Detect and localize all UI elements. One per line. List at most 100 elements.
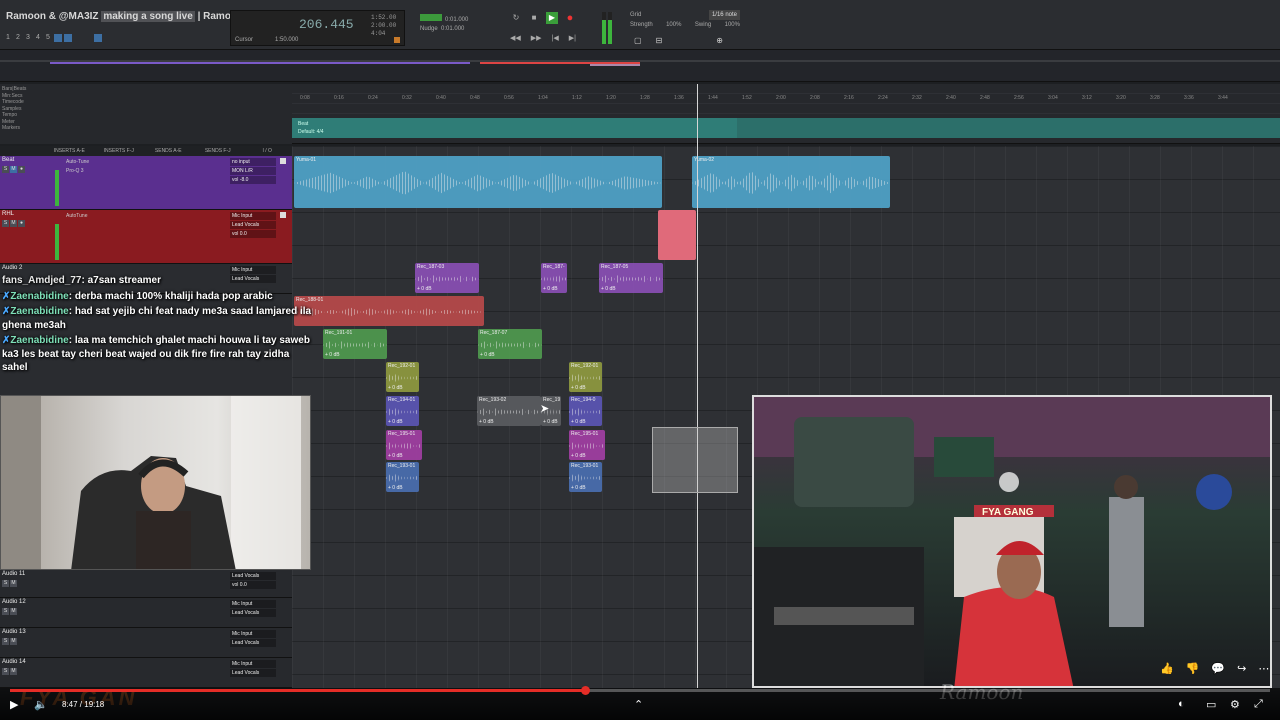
output-select[interactable]: Lead Vocals <box>230 639 276 647</box>
tempo-marker[interactable]: Beat <box>298 121 308 127</box>
preset-button[interactable]: 5 <box>44 34 52 42</box>
more-icon[interactable]: ⋯ <box>1258 662 1269 675</box>
track-io[interactable]: Lead Vocals vol 0.0 <box>230 572 276 590</box>
like-icon[interactable]: 👍 <box>1160 662 1174 675</box>
audio-clip[interactable]: Rec_192-01 + 0 dB <box>386 362 419 392</box>
snap-icon[interactable]: ▢ <box>634 36 642 45</box>
output-select[interactable]: Lead Vocals <box>230 609 276 617</box>
output-select[interactable]: Lead Vocals <box>230 572 276 580</box>
solo-button[interactable]: S <box>2 668 9 675</box>
swing-value[interactable]: 100% <box>725 20 740 30</box>
mute-button[interactable]: M <box>10 668 17 675</box>
volume-field[interactable]: vol 0.0 <box>230 230 276 238</box>
audio-clip[interactable]: Rec_187- + 0 dB <box>541 263 567 293</box>
go-to-end-icon[interactable]: ▶| <box>569 34 576 42</box>
tempo-ruler[interactable]: Beat Default: 4/4 <box>292 118 1280 138</box>
go-to-start-icon[interactable]: |◀ <box>552 34 559 42</box>
track-io[interactable]: Mic Input Lead Vocals <box>230 660 276 678</box>
autoplay-icon[interactable]: ◐ <box>1178 698 1185 710</box>
input-select[interactable]: Mic Input <box>230 660 276 668</box>
lock-icon[interactable]: ⊟ <box>656 36 663 45</box>
insert-slot[interactable]: Auto-Tune <box>66 158 110 167</box>
solo-button[interactable]: S <box>2 608 9 615</box>
audio-clip[interactable]: Rec_187-05 + 0 dB <box>599 263 663 293</box>
mute-button[interactable]: M <box>10 580 17 587</box>
track-io[interactable]: Mic Input Lead Vocals vol 0.0 <box>230 212 276 239</box>
track-io[interactable]: no input MON L/R vol -8.0 <box>230 158 276 185</box>
tool-button[interactable] <box>64 34 72 42</box>
loop-icon[interactable]: ↻ <box>510 12 522 24</box>
record-arm-button[interactable]: ● <box>18 166 25 173</box>
input-select[interactable]: no input <box>230 158 276 166</box>
tool-button[interactable] <box>74 34 82 42</box>
dislike-icon[interactable]: 👎 <box>1186 662 1200 675</box>
progress-knob[interactable] <box>580 686 590 695</box>
output-select[interactable]: Lead Vocals <box>230 669 276 677</box>
track-audio-11[interactable]: Audio 11 SM Lead Vocals vol 0.0 <box>0 570 292 598</box>
audio-clip[interactable]: Rec_193-01 + 0 dB <box>569 462 602 492</box>
nudge-panel[interactable]: 0:01.000 Nudge 0:01.000 <box>420 14 500 38</box>
comment-icon[interactable]: 💬 <box>1211 662 1225 675</box>
tool-button[interactable] <box>114 34 122 42</box>
mute-button[interactable]: M <box>10 220 17 227</box>
grid-panel[interactable]: Grid 1/16 note Strength 100% Swing 100% <box>630 10 740 32</box>
audio-clip[interactable]: Rec_195-01 + 0 dB <box>569 430 605 460</box>
input-select[interactable]: Mic Input <box>230 266 276 274</box>
output-select[interactable]: Lead Vocals <box>230 221 276 229</box>
insert-slot[interactable]: Pro-Q 3 <box>66 167 110 176</box>
session-overview[interactable] <box>0 50 1280 82</box>
input-select[interactable]: Mic Input <box>230 630 276 638</box>
fullscreen-icon[interactable]: ⤢ <box>1254 698 1263 711</box>
volume-icon[interactable]: 🔈 <box>34 698 48 711</box>
audio-clip[interactable]: Yuma-02 <box>692 156 890 208</box>
share-icon[interactable]: ↪ <box>1237 662 1246 675</box>
input-select[interactable]: Mic Input <box>230 600 276 608</box>
track-name[interactable]: Audio 11 <box>2 571 25 577</box>
fast-forward-icon[interactable]: ▶▶ <box>531 34 542 42</box>
main-counter[interactable]: 206.445 1:52.00 2:00.00 4:04 Cursor 1:50… <box>230 10 405 46</box>
zoom-icon[interactable]: ⊕ <box>716 36 723 45</box>
stop-icon[interactable]: ■ <box>528 12 540 24</box>
track-audio-13[interactable]: Audio 13 SM Mic Input Lead Vocals <box>0 628 292 658</box>
preset-button[interactable]: 4 <box>34 34 42 42</box>
tool-button[interactable] <box>104 34 112 42</box>
audio-clip[interactable]: Rec_194-01 + 0 dB <box>386 396 419 426</box>
track-name[interactable]: RHL <box>2 211 14 217</box>
strength-value[interactable]: 100% <box>666 20 681 30</box>
record-arm-button[interactable]: ● <box>18 220 25 227</box>
audio-clip[interactable]: Rec_192-01 + 0 dB <box>569 362 602 392</box>
audio-clip[interactable]: Rec_188-01 <box>294 296 484 326</box>
volume-field[interactable]: vol -8.0 <box>230 176 276 184</box>
grid-value[interactable]: 1/16 note <box>708 10 740 20</box>
audio-clip[interactable]: Yuma-01 <box>294 156 662 208</box>
audio-clip[interactable]: Rec_195-01 + 0 dB <box>386 430 422 460</box>
solo-button[interactable]: S <box>2 638 9 645</box>
track-io[interactable]: Mic Input Lead Vocals <box>230 630 276 648</box>
solo-button[interactable]: S <box>2 580 9 587</box>
track-name[interactable]: Beat <box>2 157 14 163</box>
record-button[interactable]: ● <box>564 12 576 24</box>
preset-button[interactable]: 2 <box>14 34 22 42</box>
solo-button[interactable]: S <box>2 166 9 173</box>
audio-clip[interactable]: Rec_194-0 + 0 dB <box>569 396 602 426</box>
preset-button[interactable]: 3 <box>24 34 32 42</box>
meter-marker[interactable]: Default: 4/4 <box>298 129 324 135</box>
audio-clip[interactable]: Rec_193-02 + 0 dB <box>477 396 541 426</box>
rewind-icon[interactable]: ◀◀ <box>510 34 521 42</box>
play-icon[interactable]: ▶ <box>10 698 18 711</box>
tool-button[interactable] <box>54 34 62 42</box>
track-audio-12[interactable]: Audio 12 SM Mic Input Lead Vocals <box>0 598 292 628</box>
track-rhl[interactable]: RHL S M ● AutoTune Mic Input Lead Vocals vol… <box>0 210 292 264</box>
settings-icon[interactable]: ⚙ <box>1230 698 1240 711</box>
chevron-up-icon[interactable]: ⌃ <box>634 698 643 711</box>
solo-button[interactable]: S <box>2 220 9 227</box>
tool-button[interactable] <box>94 34 102 42</box>
progress-bar[interactable] <box>10 686 1270 695</box>
mute-button[interactable]: M <box>10 608 17 615</box>
preset-button[interactable]: 1 <box>4 34 12 42</box>
track-name[interactable]: Audio 12 <box>2 599 26 605</box>
recording-clip[interactable] <box>658 210 696 260</box>
track-name[interactable]: Audio 2 <box>2 265 22 271</box>
track-beat[interactable]: Beat S M ● Auto-Tune Pro-Q 3 no input MON L/… <box>0 156 292 210</box>
track-inserts[interactable]: AutoTune <box>66 212 110 252</box>
